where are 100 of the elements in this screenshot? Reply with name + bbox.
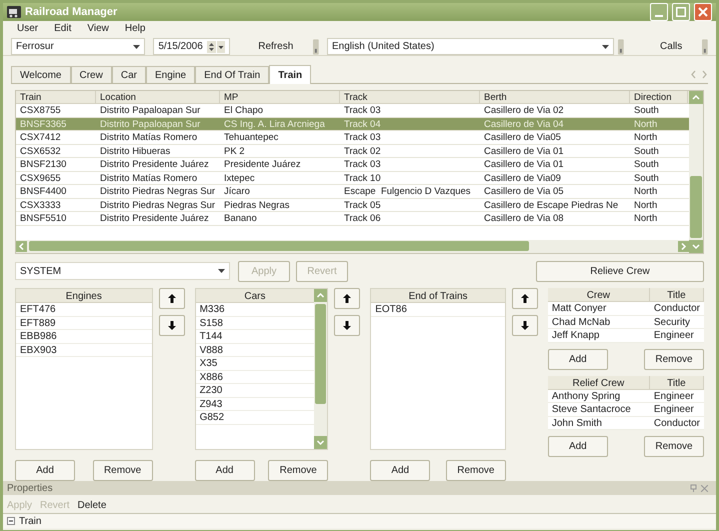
vertical-scrollbar[interactable] <box>689 91 703 253</box>
table-cell-text: Presidente Juárez <box>223 158 302 170</box>
table-cell-text: Conductor <box>652 416 701 429</box>
table-row[interactable]: BNSF5510 Distrito Presidente Juárez Banano Track 06 Casillero de Via 08 North <box>16 212 689 226</box>
remove-button[interactable]: Remove <box>92 460 153 481</box>
remove-button[interactable]: Remove <box>644 348 704 370</box>
menu-item[interactable]: Edit <box>52 21 74 36</box>
scrollbar-thumb[interactable] <box>690 176 702 238</box>
move-down-button[interactable] <box>158 315 185 336</box>
column-header[interactable]: Direction <box>630 91 688 103</box>
table-row[interactable]: BNSF2130 Distrito Presidente Juárez Presidente Juárez Track 03 Casillero de Via 01 South <box>16 158 689 172</box>
table-cell-text: Distrito Piedras Negras Sur <box>99 185 216 198</box>
table-cell-text: BNSF4400 <box>19 185 68 198</box>
tab[interactable]: Train <box>269 65 312 84</box>
arrow-up-icon <box>343 294 352 303</box>
move-up-button[interactable] <box>158 288 185 309</box>
list-item[interactable]: EBX903 <box>16 344 152 357</box>
table-cell-text: PK 2 <box>223 144 246 157</box>
railroad-dropdown[interactable]: Ferrosur <box>11 38 146 55</box>
table-cell-text: Track 04 <box>343 118 382 130</box>
move-down-button[interactable] <box>334 315 360 336</box>
add-button[interactable]: Add <box>548 348 608 370</box>
tab[interactable]: Engine <box>146 66 196 83</box>
spinner-icon <box>207 40 226 52</box>
table-cell-text: Chad McNab <box>550 316 612 328</box>
locomotive-icon <box>7 6 21 18</box>
remove-button[interactable]: Remove <box>644 436 704 457</box>
close-button[interactable] <box>694 3 712 21</box>
table-row[interactable]: CSX7412 Distrito Matías Romero Tehuantepec Track 03 Casillero de Via05 North <box>16 131 689 144</box>
column-header[interactable]: Relief Crew <box>548 376 650 388</box>
minimize-button[interactable] <box>650 3 668 21</box>
relieve-crew-button[interactable]: Relieve Crew <box>536 260 704 282</box>
maximize-button[interactable] <box>672 3 690 21</box>
menu-item[interactable]: View <box>85 21 111 36</box>
column-header[interactable]: End of Trains <box>371 289 505 303</box>
table-cell-text: Casillero de Via 05 <box>483 185 565 198</box>
arrow-down-icon <box>343 321 352 330</box>
column-header[interactable]: Berth <box>480 91 630 103</box>
table-cell-text: Escape Fulgencio D Vazques <box>343 185 472 198</box>
list-item[interactable]: EFT476 <box>16 303 152 316</box>
menu-item[interactable]: Help <box>122 21 148 36</box>
caret-down-icon <box>133 44 140 48</box>
table-cell-text: Anthony Spring <box>550 390 622 402</box>
add-button[interactable]: Add <box>194 460 255 481</box>
list-item[interactable]: EOT86 <box>371 303 505 316</box>
toolbar-button[interactable]: Delete <box>77 498 106 512</box>
table-cell-text: Track 03 <box>343 158 382 170</box>
tab[interactable]: End Of Train <box>195 66 270 83</box>
column-header[interactable]: Cars <box>196 289 314 303</box>
remove-button[interactable]: Remove <box>268 460 328 481</box>
table-cell-text: South <box>633 104 660 116</box>
table-cell-text: BNSF5510 <box>19 212 68 224</box>
table-cell-text: CSX8755 <box>19 104 62 116</box>
move-down-button[interactable] <box>512 315 538 336</box>
list-item[interactable]: EFT889 <box>16 316 152 330</box>
user-dropdown[interactable]: SYSTEM <box>15 262 230 280</box>
minimize-icon <box>655 15 663 17</box>
arrow-down-icon <box>168 321 176 330</box>
table-row[interactable]: BNSF4400 Distrito Piedras Negras Sur Jícaro Escape Fulgencio D Vazques Casillero de Via 05 North <box>16 185 689 198</box>
date-field[interactable]: 5/15/2006 <box>153 38 230 55</box>
column-header[interactable]: Train <box>16 91 96 103</box>
column-header[interactable]: MP <box>220 91 340 103</box>
column-header[interactable]: Title <box>650 376 704 388</box>
table-row[interactable]: CSX6532 Distrito Hibueras PK 2 Track 02 Casillero de Via 01 South <box>16 144 689 158</box>
tab[interactable]: Car <box>112 66 146 83</box>
list-item[interactable]: EBB986 <box>16 330 152 344</box>
move-up-button[interactable] <box>512 288 538 309</box>
scrollbar-thumb[interactable] <box>315 304 326 404</box>
column-header[interactable]: Track <box>340 91 480 103</box>
close-icon <box>698 7 708 17</box>
table-row[interactable]: CSX3333 Distrito Piedras Negras Sur Piedras Negras Track 05 Casillero de Escape Piedras Ne North <box>16 198 689 212</box>
table-cell-text: Engineer <box>652 403 695 416</box>
remove-button[interactable]: Remove <box>446 460 506 481</box>
add-button[interactable]: Add <box>548 436 608 457</box>
tab[interactable]: Crew <box>70 66 112 83</box>
column-header[interactable]: Title <box>650 288 704 301</box>
column-header[interactable]: Location <box>96 91 220 103</box>
caret-down-icon <box>218 269 225 273</box>
table-cell-text: South <box>633 158 660 170</box>
table-cell-text: Distrito Piedras Negras Sur <box>99 198 216 211</box>
table-row[interactable]: CSX9655 Distrito Matías Romero Ixtepec Track 10 Casillero de Via09 South <box>16 172 689 185</box>
horizontal-scrollbar[interactable] <box>16 240 689 252</box>
move-up-button[interactable] <box>334 288 360 309</box>
language-dropdown[interactable]: English (United States) <box>327 38 614 55</box>
tab[interactable]: Welcome <box>11 66 70 83</box>
column-header[interactable]: Engines <box>16 289 152 303</box>
table-cell-text: South <box>633 144 660 157</box>
calls-button[interactable]: Calls <box>652 38 690 55</box>
add-button[interactable]: Add <box>370 460 430 481</box>
menu-item[interactable]: User <box>15 21 40 36</box>
close-icon <box>701 484 708 492</box>
add-button[interactable]: Add <box>15 460 75 481</box>
tree-item[interactable]: Train <box>19 514 42 528</box>
table-cell-text: North <box>633 212 658 224</box>
arrow-up-icon <box>168 294 176 303</box>
scrollbar-thumb[interactable] <box>29 241 529 251</box>
vertical-scrollbar[interactable] <box>314 289 328 449</box>
table-cell-text: Piedras Negras <box>223 198 290 211</box>
refresh-button[interactable]: Refresh <box>246 38 306 55</box>
column-header[interactable]: Crew <box>548 288 650 301</box>
